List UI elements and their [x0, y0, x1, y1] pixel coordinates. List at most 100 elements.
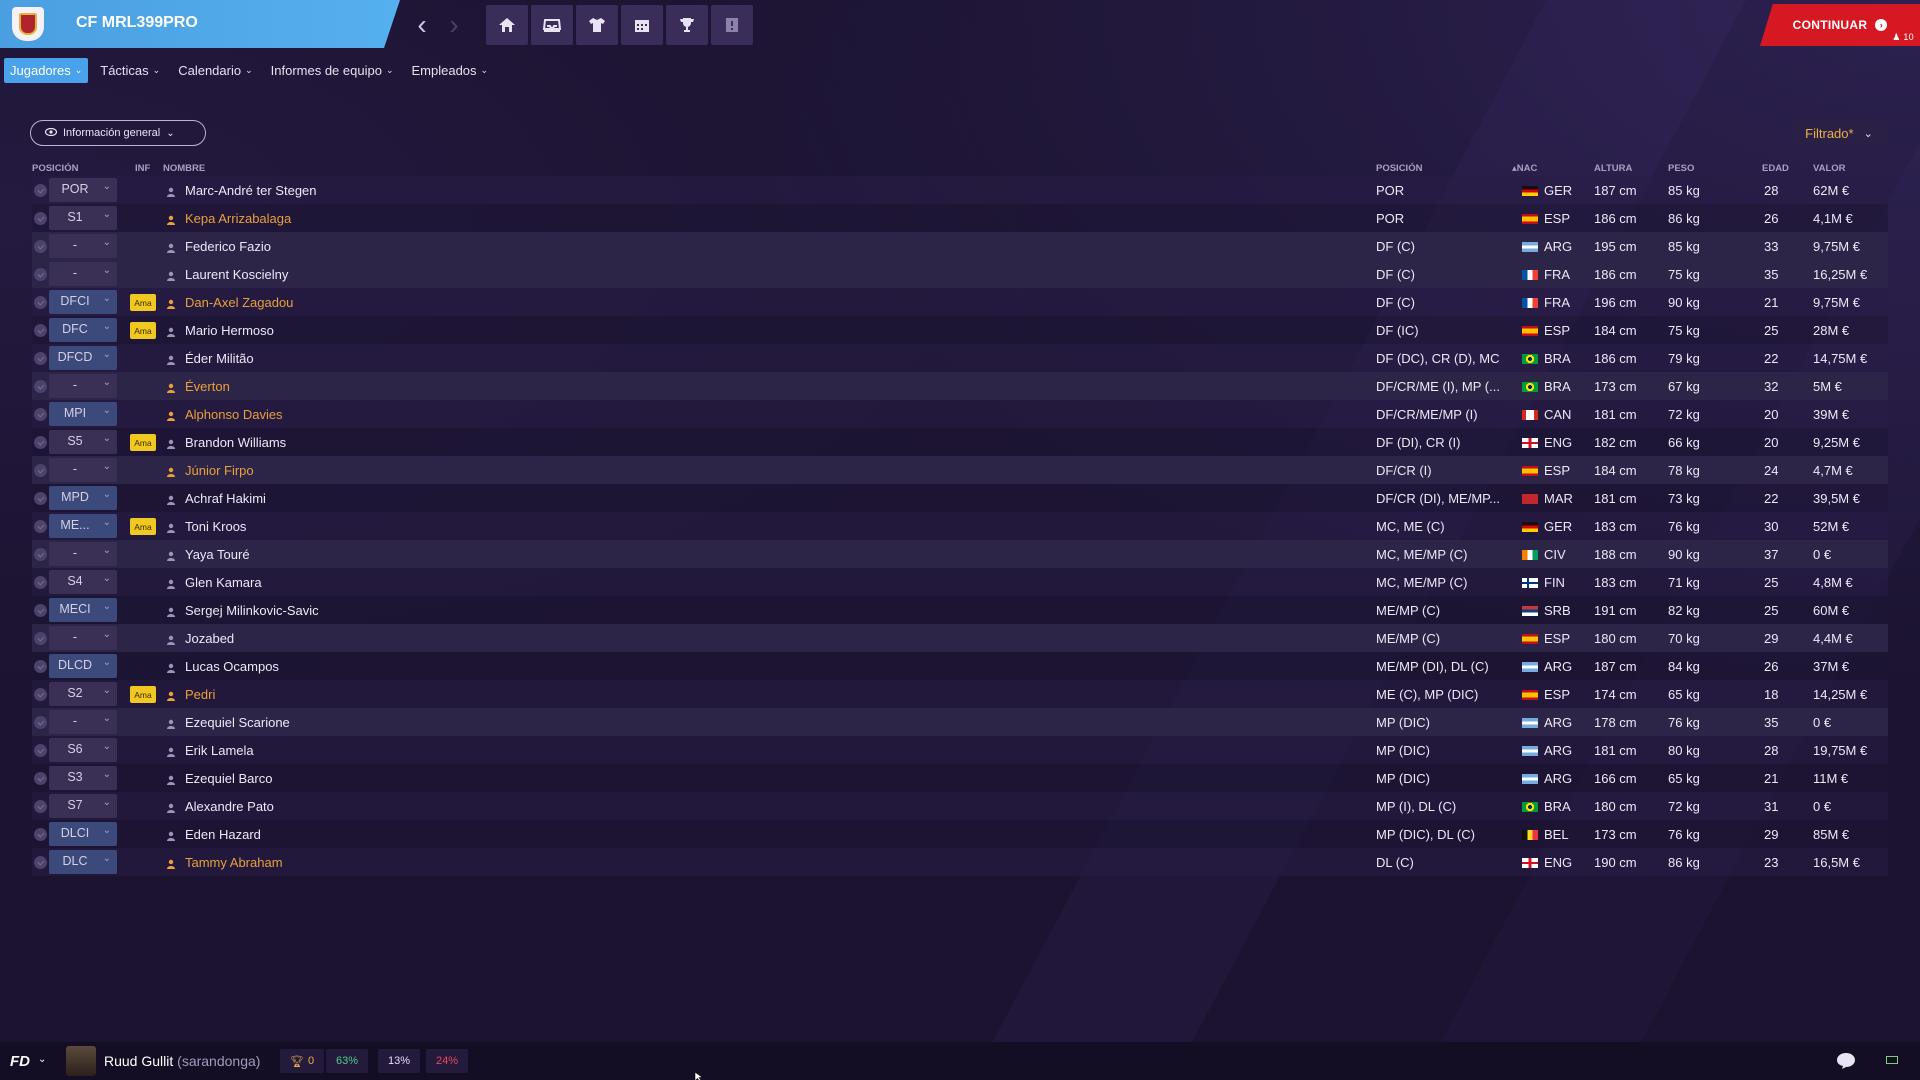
row-checkbox[interactable]: [34, 352, 47, 365]
position-select[interactable]: - ⌄: [49, 458, 117, 482]
trophies-stat[interactable]: 🏆︎ 0: [280, 1049, 325, 1073]
table-row[interactable]: - ⌄ Ezequiel Scarione MP (DIC) ARG 178 cm 76 k…: [32, 708, 1888, 736]
col-posicion[interactable]: POSICIÓN: [1376, 163, 1422, 174]
row-checkbox[interactable]: [34, 716, 47, 729]
position-select[interactable]: - ⌄: [49, 626, 117, 650]
player-nationality[interactable]: BRA: [1522, 351, 1571, 366]
row-checkbox[interactable]: [34, 576, 47, 589]
table-row[interactable]: S7 ⌄ Alexandre Pato MP (I), DL (C) BRA 180 cm…: [32, 792, 1888, 820]
col-nombre[interactable]: NOMBRE: [163, 163, 205, 174]
table-row[interactable]: - ⌄ Júnior Firpo DF/CR (I) ESP 184 cm 78 kg 24 4…: [32, 456, 1888, 484]
position-select[interactable]: S5 ⌄: [49, 430, 117, 454]
table-row[interactable]: MECI ⌄ Sergej Milinkovic-Savic ME/MP (C) SRB…: [32, 596, 1888, 624]
menu-empleados[interactable]: Empleados ⌄: [405, 58, 494, 83]
row-checkbox[interactable]: [34, 744, 47, 757]
position-select[interactable]: MECI ⌄: [49, 598, 117, 622]
row-checkbox[interactable]: [34, 380, 47, 393]
ama-badge[interactable]: Ama: [130, 518, 156, 535]
stat-green[interactable]: 63%: [326, 1049, 369, 1073]
row-checkbox[interactable]: [34, 464, 47, 477]
table-row[interactable]: DLCD ⌄ Lucas Ocampos ME/MP (DI), DL (C) ARG 1…: [32, 652, 1888, 680]
player-name[interactable]: Jozabed: [185, 631, 234, 646]
player-nationality[interactable]: ENG: [1522, 435, 1572, 450]
player-nationality[interactable]: ARG: [1522, 771, 1572, 786]
forward-arrow-icon[interactable]: ›: [440, 10, 468, 40]
col-peso[interactable]: PESO: [1668, 163, 1694, 174]
row-checkbox[interactable]: [34, 212, 47, 225]
player-name[interactable]: Ezequiel Barco: [185, 771, 272, 786]
player-name[interactable]: Sergej Milinkovic-Savic: [185, 603, 319, 618]
player-name[interactable]: Marc-André ter Stegen: [185, 183, 317, 198]
club-tab[interactable]: [0, 0, 400, 48]
row-checkbox[interactable]: [34, 184, 47, 197]
player-name[interactable]: Éverton: [185, 379, 230, 394]
player-nationality[interactable]: ENG: [1522, 855, 1572, 870]
row-checkbox[interactable]: [34, 772, 47, 785]
menu-jugadores[interactable]: Jugadores ⌄: [4, 58, 89, 83]
col-edad[interactable]: EDAD: [1762, 163, 1789, 174]
table-row[interactable]: DFC ⌄ Ama Mario Hermoso DF (IC) ESP 184 cm 75 k…: [32, 316, 1888, 344]
player-nationality[interactable]: GER: [1522, 519, 1572, 534]
back-arrow-icon[interactable]: ‹: [408, 10, 436, 40]
col-inf[interactable]: INF: [135, 163, 150, 174]
table-row[interactable]: - ⌄ Éverton DF/CR/ME (I), MP (... BRA 173 cm 6…: [32, 372, 1888, 400]
player-name[interactable]: Mario Hermoso: [185, 323, 274, 338]
position-select[interactable]: DLC ⌄: [49, 850, 117, 874]
row-checkbox[interactable]: [34, 296, 47, 309]
position-select[interactable]: S2 ⌄: [49, 682, 117, 706]
table-row[interactable]: S1 ⌄ Kepa Arrizabalaga POR ESP 186 cm 86 kg 26 4…: [32, 204, 1888, 232]
table-row[interactable]: DLCI ⌄ Eden Hazard MP (DIC), DL (C) BEL 173 c…: [32, 820, 1888, 848]
position-select[interactable]: DLCD ⌄: [49, 654, 117, 678]
row-checkbox[interactable]: [34, 632, 47, 645]
row-checkbox[interactable]: [34, 408, 47, 421]
position-select[interactable]: DFCD ⌄: [49, 346, 117, 370]
player-name[interactable]: Pedri: [185, 687, 215, 702]
chat-icon[interactable]: [1836, 1052, 1856, 1075]
position-select[interactable]: DLCI ⌄: [49, 822, 117, 846]
player-name[interactable]: Alexandre Pato: [185, 799, 274, 814]
player-name[interactable]: Brandon Williams: [185, 435, 286, 450]
calendar-icon[interactable]: [621, 5, 663, 45]
chevron-down-icon[interactable]: ⌄: [38, 1054, 46, 1065]
ama-badge[interactable]: Ama: [130, 322, 156, 339]
table-row[interactable]: MPD ⌄ Achraf Hakimi DF/CR (DI), ME/MP... MAR…: [32, 484, 1888, 512]
player-name[interactable]: Júnior Firpo: [185, 463, 254, 478]
menu-informes[interactable]: Informes de equipo ⌄: [265, 58, 400, 83]
filter-button[interactable]: Filtrado* ⌄: [1792, 120, 1886, 146]
stat-red[interactable]: 24%: [426, 1049, 469, 1073]
table-row[interactable]: S4 ⌄ Glen Kamara MC, ME/MP (C) FIN 183 cm 71 k…: [32, 568, 1888, 596]
player-name[interactable]: Alphonso Davies: [185, 407, 283, 422]
col-valor[interactable]: VALOR: [1813, 163, 1846, 174]
table-row[interactable]: DFCD ⌄ Éder Militão DF (DC), CR (D), MC BRA 1…: [32, 344, 1888, 372]
player-name[interactable]: Laurent Koscielny: [185, 267, 288, 282]
table-row[interactable]: - ⌄ Federico Fazio DF (C) ARG 195 cm 85 kg 33 9,…: [32, 232, 1888, 260]
position-select[interactable]: - ⌄: [49, 542, 117, 566]
row-checkbox[interactable]: [34, 800, 47, 813]
position-select[interactable]: - ⌄: [49, 710, 117, 734]
table-row[interactable]: DFCI ⌄ Ama Dan-Axel Zagadou DF (C) FRA 196 cm 9…: [32, 288, 1888, 316]
table-row[interactable]: S5 ⌄ Ama Brandon Williams DF (DI), CR (I) ENG…: [32, 428, 1888, 456]
player-name[interactable]: Toni Kroos: [185, 519, 246, 534]
position-select[interactable]: - ⌄: [49, 374, 117, 398]
player-nationality[interactable]: ARG: [1522, 743, 1572, 758]
menu-tacticas[interactable]: Tácticas ⌄: [94, 58, 166, 83]
table-row[interactable]: S6 ⌄ Erik Lamela MP (DIC) ARG 181 cm 80 kg 28 19…: [32, 736, 1888, 764]
position-select[interactable]: S7 ⌄: [49, 794, 117, 818]
inbox-icon[interactable]: [531, 5, 573, 45]
position-select[interactable]: - ⌄: [49, 262, 117, 286]
row-checkbox[interactable]: [34, 688, 47, 701]
row-checkbox[interactable]: [34, 324, 47, 337]
player-nationality[interactable]: ESP: [1522, 631, 1570, 646]
player-nationality[interactable]: ESP: [1522, 463, 1570, 478]
player-nationality[interactable]: BRA: [1522, 379, 1571, 394]
position-select[interactable]: MPI ⌄: [49, 402, 117, 426]
player-nationality[interactable]: CIV: [1522, 547, 1566, 562]
player-name[interactable]: Federico Fazio: [185, 239, 271, 254]
player-name[interactable]: Lucas Ocampos: [185, 659, 279, 674]
fd-logo-icon[interactable]: FD: [10, 1053, 30, 1070]
player-nationality[interactable]: ARG: [1522, 659, 1572, 674]
player-nationality[interactable]: BEL: [1522, 827, 1569, 842]
position-select[interactable]: - ⌄: [49, 234, 117, 258]
player-nationality[interactable]: MAR: [1522, 491, 1573, 506]
ama-badge[interactable]: Ama: [130, 294, 156, 311]
